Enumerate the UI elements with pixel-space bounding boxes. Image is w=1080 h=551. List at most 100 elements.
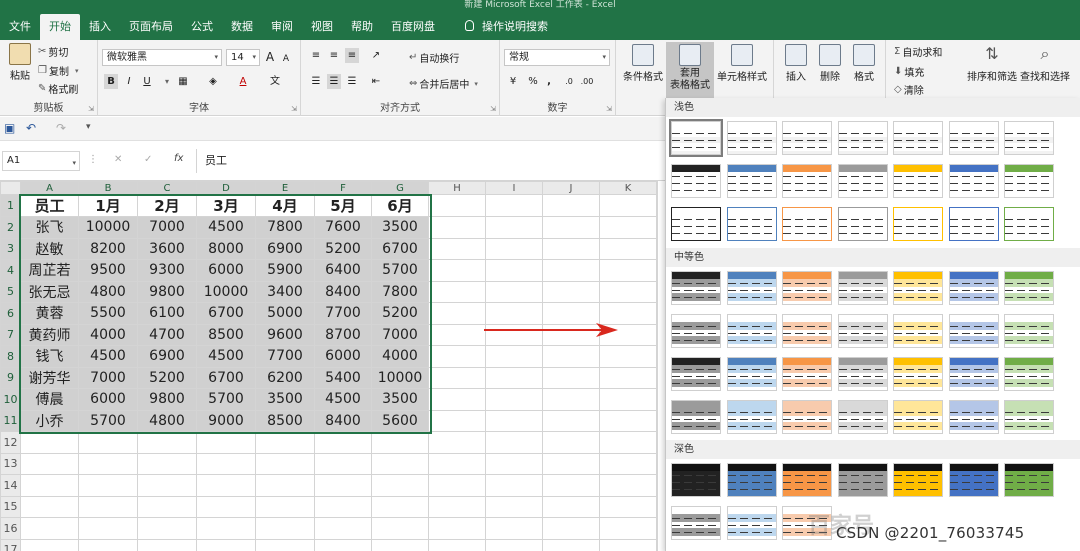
cell[interactable]: 8400: [314, 280, 372, 303]
table-style-option[interactable]: [726, 207, 777, 241]
select-all-corner[interactable]: [0, 181, 21, 195]
table-style-option[interactable]: [726, 400, 777, 434]
table-style-option[interactable]: [837, 271, 888, 305]
column-header[interactable]: D: [196, 181, 256, 195]
cell[interactable]: [314, 495, 372, 518]
cell[interactable]: 5700: [78, 409, 138, 432]
save-icon[interactable]: ▣: [4, 121, 15, 135]
cell[interactable]: [20, 495, 79, 518]
comma-button[interactable]: ,: [542, 74, 556, 89]
cell[interactable]: 5700: [371, 259, 429, 282]
cell[interactable]: [428, 474, 486, 497]
table-style-option[interactable]: [782, 400, 832, 434]
cell[interactable]: [599, 345, 657, 368]
cell[interactable]: [485, 474, 543, 497]
format-cells-button[interactable]: 格式: [848, 44, 880, 83]
tab-9[interactable]: 百度网盘: [382, 14, 444, 40]
row-header[interactable]: 17: [0, 538, 21, 551]
cell[interactable]: 4800: [78, 280, 138, 303]
cell[interactable]: [485, 431, 543, 454]
cell[interactable]: [428, 388, 486, 411]
row-header[interactable]: 7: [0, 323, 21, 346]
table-style-option[interactable]: [726, 357, 777, 391]
cell[interactable]: [542, 538, 600, 551]
table-style-option[interactable]: [948, 463, 999, 497]
tab-2[interactable]: 插入: [80, 14, 120, 40]
cell[interactable]: 6000: [314, 345, 372, 368]
cell[interactable]: [599, 259, 657, 282]
cell[interactable]: [371, 495, 429, 518]
cell[interactable]: [599, 388, 657, 411]
cell[interactable]: 黄蓉: [20, 302, 79, 325]
cell[interactable]: 6100: [137, 302, 197, 325]
cell[interactable]: [542, 345, 600, 368]
cell[interactable]: [428, 409, 486, 432]
font-name-select[interactable]: 微软雅黑 ▾: [102, 49, 222, 66]
launcher-icon[interactable]: ⇲: [606, 105, 612, 113]
cell[interactable]: 3500: [255, 388, 315, 411]
cell[interactable]: 5200: [314, 237, 372, 260]
cell[interactable]: 6400: [314, 259, 372, 282]
cell[interactable]: [78, 538, 138, 551]
cell[interactable]: [599, 216, 657, 239]
table-style-option[interactable]: [1004, 357, 1054, 391]
cell[interactable]: [542, 495, 600, 518]
tab-4[interactable]: 公式: [182, 14, 222, 40]
cell[interactable]: 9600: [255, 323, 315, 346]
cell[interactable]: [656, 280, 658, 303]
cell[interactable]: 5200: [371, 302, 429, 325]
cell[interactable]: [196, 431, 256, 454]
enter-icon[interactable]: ✓: [144, 154, 152, 165]
cell[interactable]: 3月: [196, 194, 256, 217]
cell[interactable]: [599, 409, 657, 432]
cell[interactable]: [255, 452, 315, 475]
cell[interactable]: [371, 474, 429, 497]
cell[interactable]: 9800: [137, 388, 197, 411]
cell[interactable]: [78, 452, 138, 475]
cell[interactable]: [137, 452, 197, 475]
row-header[interactable]: 16: [0, 517, 21, 540]
table-style-option[interactable]: [948, 271, 999, 305]
cell[interactable]: [542, 237, 600, 260]
cell[interactable]: [656, 452, 658, 475]
cell[interactable]: [428, 323, 486, 346]
cell[interactable]: 4800: [137, 409, 197, 432]
column-header[interactable]: I: [485, 181, 543, 195]
worksheet-grid[interactable]: A B C D E F G H I J K 1 员工 1月 2月 3月 4月 5月 6月 2 张飞 10000 7000 45…: [0, 181, 665, 551]
phonetic-button[interactable]: 文: [268, 74, 282, 89]
insert-cells-button[interactable]: 插入: [780, 44, 812, 83]
border-icon[interactable]: ▦: [176, 74, 190, 89]
cell[interactable]: [542, 409, 600, 432]
table-style-option[interactable]: [893, 121, 943, 155]
cell[interactable]: 8400: [314, 409, 372, 432]
cell[interactable]: 4000: [371, 345, 429, 368]
cell[interactable]: 5700: [196, 388, 256, 411]
cell[interactable]: [656, 495, 658, 518]
cell[interactable]: [196, 495, 256, 518]
cell[interactable]: [137, 538, 197, 551]
cell[interactable]: 8700: [314, 323, 372, 346]
cell[interactable]: 2月: [137, 194, 197, 217]
cell[interactable]: 谢芳华: [20, 366, 79, 389]
merge-center-button[interactable]: ⇔ 合并后居中 ▾: [409, 76, 478, 91]
table-style-option[interactable]: [1004, 314, 1054, 348]
table-style-option[interactable]: [893, 463, 943, 497]
cell[interactable]: 7800: [371, 280, 429, 303]
cell[interactable]: [542, 474, 600, 497]
cell[interactable]: [428, 216, 486, 239]
cell[interactable]: [196, 517, 256, 540]
cell[interactable]: [20, 431, 79, 454]
column-header[interactable]: H: [428, 181, 486, 195]
cell[interactable]: [428, 280, 486, 303]
tab-10[interactable]: 操作说明搜索: [456, 14, 557, 40]
table-style-option[interactable]: [893, 400, 943, 434]
cell[interactable]: 3600: [137, 237, 197, 260]
table-style-option[interactable]: [837, 463, 888, 497]
cell[interactable]: 5600: [371, 409, 429, 432]
cell[interactable]: [656, 302, 658, 325]
table-style-option[interactable]: [837, 207, 888, 241]
cell[interactable]: 3500: [371, 388, 429, 411]
table-style-option[interactable]: [893, 357, 943, 391]
align-center-icon[interactable]: ☰: [327, 74, 341, 89]
table-style-option[interactable]: [669, 119, 723, 157]
